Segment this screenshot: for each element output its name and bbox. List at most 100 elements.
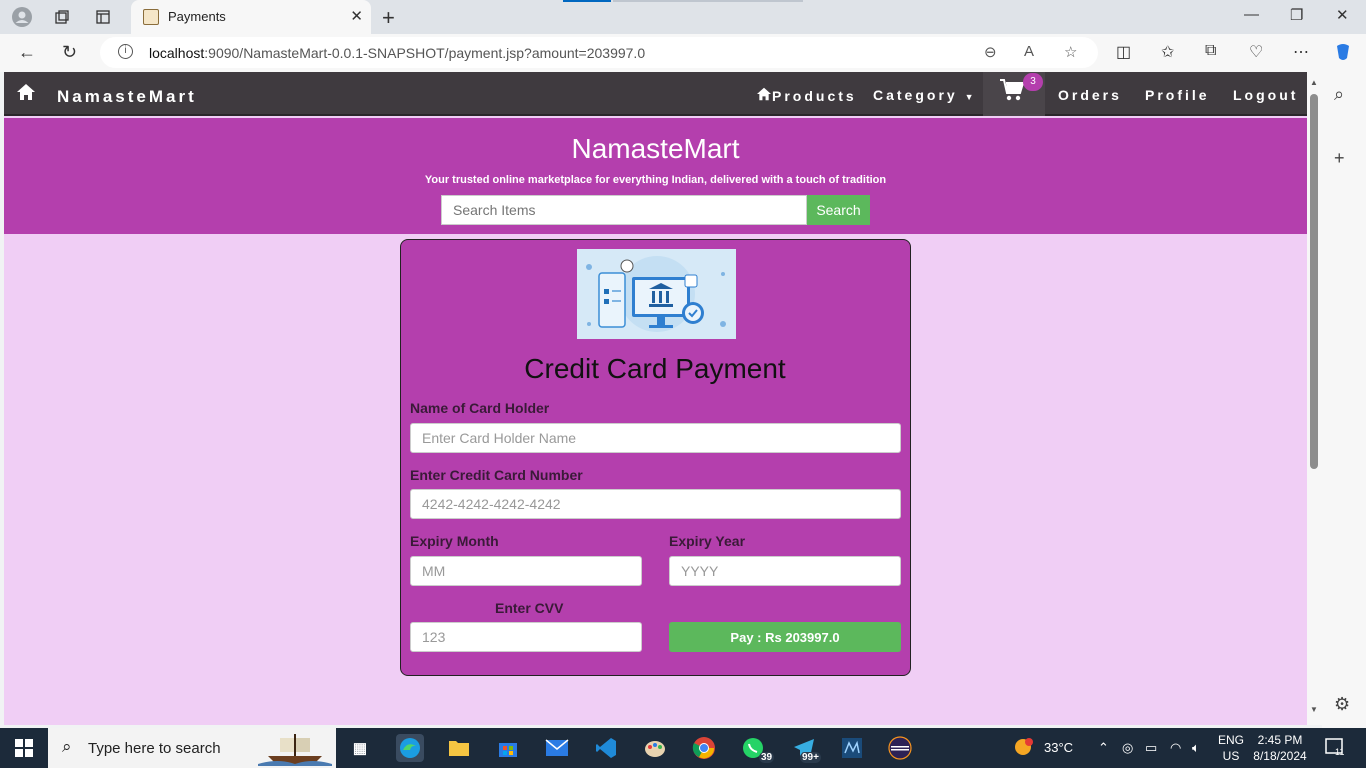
settings-more-icon[interactable]: ⋯ bbox=[1293, 42, 1309, 62]
pay-button[interactable]: Pay : Rs 203997.0 bbox=[669, 622, 901, 652]
nav-orders[interactable]: Orders bbox=[1058, 87, 1122, 103]
back-icon[interactable]: ← bbox=[18, 42, 36, 63]
site-favicon-icon bbox=[143, 9, 159, 25]
camera-icon[interactable]: ◎ bbox=[1122, 740, 1133, 756]
cart-button[interactable]: 3 bbox=[983, 72, 1045, 116]
clock[interactable]: 2:45 PM 8/18/2024 bbox=[1250, 732, 1310, 764]
expiry-month-label: Expiry Month bbox=[410, 533, 499, 549]
telegram-badge: 99+ bbox=[800, 752, 821, 763]
cart-count-badge: 3 bbox=[1023, 73, 1043, 91]
cvv-label: Enter CVV bbox=[495, 600, 564, 616]
payment-illustration bbox=[577, 249, 736, 339]
search-button[interactable]: Search bbox=[807, 195, 870, 225]
tab-payments[interactable]: Payments ✕ bbox=[131, 0, 371, 34]
site-navbar: NamasteMart Products Category ▼ 3 Orders… bbox=[4, 72, 1307, 116]
taskbar-search-icon: ⌕ bbox=[62, 737, 72, 756]
sidebar-settings-icon[interactable]: ⚙ bbox=[1334, 694, 1350, 715]
card-holder-input[interactable] bbox=[410, 423, 901, 453]
collections-icon[interactable]: ⧉ bbox=[1205, 42, 1216, 60]
scroll-up-icon[interactable]: ▲ bbox=[1310, 78, 1318, 87]
database-app-icon[interactable] bbox=[838, 734, 866, 762]
temperature-text[interactable]: 33°C bbox=[1044, 740, 1073, 755]
task-view-icon[interactable]: ▦ bbox=[346, 734, 374, 762]
refresh-icon[interactable]: ↻ bbox=[62, 42, 77, 63]
navbar-brand[interactable]: NamasteMart bbox=[57, 87, 197, 107]
card-number-label: Enter Credit Card Number bbox=[410, 467, 583, 483]
page-viewport: NamasteMart Products Category ▼ 3 Orders… bbox=[4, 72, 1307, 725]
close-tab-icon[interactable]: ✕ bbox=[350, 7, 363, 25]
zoom-icon[interactable]: ⊖ bbox=[984, 43, 997, 61]
site-header: NamasteMart Your trusted online marketpl… bbox=[4, 118, 1307, 234]
nav-profile[interactable]: Profile bbox=[1145, 87, 1210, 103]
favorite-star-icon[interactable]: ☆ bbox=[1064, 43, 1077, 61]
header-tagline: Your trusted online marketplace for ever… bbox=[424, 174, 887, 186]
wifi-icon[interactable]: ◠ bbox=[1170, 740, 1181, 756]
tab-strip-indicator-secondary bbox=[613, 0, 803, 2]
card-number-input[interactable] bbox=[410, 489, 901, 519]
home-icon[interactable] bbox=[16, 83, 36, 106]
products-home-icon bbox=[757, 87, 771, 101]
expiry-year-input[interactable] bbox=[669, 556, 901, 586]
address-bar-row: ← ↻ i localhost:9090/NamasteMart-0.0.1-S… bbox=[0, 34, 1366, 72]
chrome-icon[interactable] bbox=[690, 734, 718, 762]
nav-category[interactable]: Category ▼ bbox=[873, 87, 977, 103]
scrollbar-thumb[interactable] bbox=[1310, 94, 1318, 469]
split-screen-icon[interactable]: ◫ bbox=[1116, 42, 1131, 62]
battery-icon[interactable]: ▭ bbox=[1145, 740, 1157, 756]
whatsapp-badge: 39 bbox=[759, 752, 775, 763]
tray-overflow-icon[interactable]: ⌃ bbox=[1098, 740, 1109, 756]
microsoft-store-icon[interactable] bbox=[494, 734, 522, 762]
language-indicator[interactable]: ENG US bbox=[1215, 732, 1247, 764]
tab-actions-icon[interactable] bbox=[92, 6, 114, 28]
search-input[interactable] bbox=[441, 195, 807, 225]
close-window-icon[interactable]: ✕ bbox=[1336, 6, 1349, 24]
address-bar[interactable]: i localhost:9090/NamasteMart-0.0.1-SNAPS… bbox=[100, 37, 1098, 68]
windows-taskbar: ⌕ Type here to search ▦ 39 99+ 33°C ⌃ ◎ … bbox=[0, 728, 1366, 768]
header-title: NamasteMart bbox=[571, 133, 740, 164]
expiry-year-label: Expiry Year bbox=[669, 533, 746, 549]
clock-time: 2:45 PM bbox=[1257, 733, 1303, 747]
edge-taskbar-icon[interactable] bbox=[396, 734, 424, 762]
pirate-ship-icon bbox=[258, 734, 332, 766]
tab-strip-indicator bbox=[563, 0, 611, 2]
volume-icon[interactable]: 🔈︎ bbox=[1192, 740, 1200, 756]
file-explorer-icon[interactable] bbox=[445, 734, 473, 762]
payment-card: Credit Card Payment Name of Card Holder … bbox=[400, 239, 911, 676]
edge-sidebar: ⌕ + ⚙ bbox=[1322, 72, 1366, 728]
nav-logout[interactable]: Logout bbox=[1233, 87, 1298, 103]
site-info-icon[interactable]: i bbox=[118, 44, 133, 59]
workspaces-icon[interactable] bbox=[51, 6, 73, 28]
browser-essentials-icon[interactable]: ♡ bbox=[1249, 42, 1263, 62]
cvv-input[interactable] bbox=[410, 622, 642, 652]
expiry-month-input[interactable] bbox=[410, 556, 642, 586]
chevron-down-icon: ▼ bbox=[964, 92, 977, 102]
favorites-icon[interactable]: ✩ bbox=[1161, 42, 1174, 62]
taskbar-search-box[interactable]: ⌕ Type here to search bbox=[48, 728, 336, 768]
page-scrollbar[interactable]: ▲ ▼ bbox=[1307, 72, 1322, 725]
weather-icon[interactable] bbox=[1012, 736, 1034, 761]
sidebar-add-icon[interactable]: + bbox=[1334, 148, 1345, 169]
restore-icon[interactable]: ❐ bbox=[1290, 6, 1303, 24]
new-tab-icon[interactable]: + bbox=[382, 5, 395, 31]
eclipse-icon[interactable] bbox=[886, 734, 914, 762]
svg-text:11: 11 bbox=[1335, 747, 1344, 756]
paint-icon[interactable] bbox=[641, 734, 669, 762]
taskbar-search-placeholder: Type here to search bbox=[88, 740, 221, 757]
card-holder-label: Name of Card Holder bbox=[410, 400, 550, 416]
copilot-icon[interactable] bbox=[1333, 42, 1353, 67]
notification-icon[interactable]: 11 bbox=[1325, 738, 1345, 759]
payment-title: Credit Card Payment bbox=[524, 353, 786, 384]
nav-products[interactable]: Products bbox=[756, 87, 857, 104]
minimize-icon[interactable]: — bbox=[1244, 6, 1259, 23]
clock-date: 8/18/2024 bbox=[1253, 749, 1307, 763]
url-text: localhost:9090/NamasteMart-0.0.1-SNAPSHO… bbox=[149, 45, 646, 61]
tab-title: Payments bbox=[168, 9, 226, 24]
windows-start-icon[interactable] bbox=[15, 739, 33, 757]
cart-icon[interactable] bbox=[999, 78, 1025, 109]
sidebar-search-icon[interactable]: ⌕ bbox=[1334, 84, 1344, 105]
profile-icon[interactable] bbox=[11, 6, 33, 28]
read-aloud-icon[interactable]: A bbox=[1024, 43, 1034, 60]
mail-icon[interactable] bbox=[543, 734, 571, 762]
vscode-icon[interactable] bbox=[592, 734, 620, 762]
scroll-down-icon[interactable]: ▼ bbox=[1310, 705, 1318, 714]
